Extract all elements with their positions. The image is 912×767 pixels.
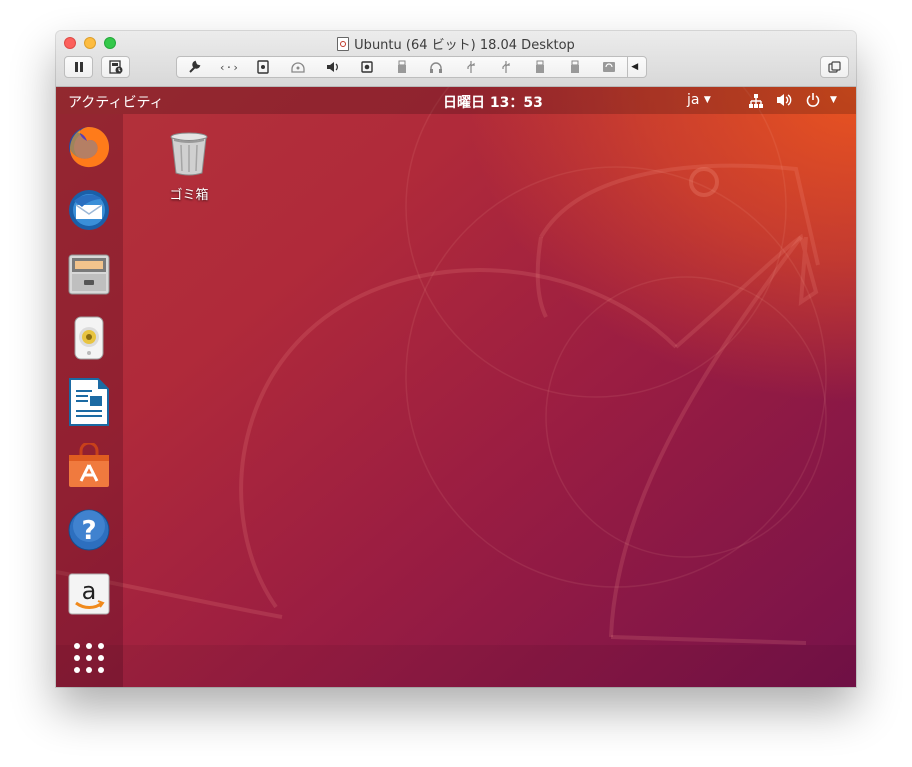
app-grid-icon — [74, 643, 104, 673]
code-arrows-icon[interactable]: ‹·› — [212, 57, 247, 77]
pause-button[interactable] — [64, 56, 93, 78]
snapshot-button[interactable] — [101, 56, 130, 78]
usb-device-icon[interactable] — [523, 57, 558, 77]
power-icon[interactable] — [805, 92, 821, 112]
svg-text:?: ? — [81, 516, 96, 546]
speaker-icon — [74, 316, 104, 360]
show-applications-button[interactable] — [65, 634, 113, 682]
ubuntu-dock: ? a — [56, 114, 123, 687]
window-mode-button[interactable] — [820, 56, 849, 78]
vm-document-icon — [337, 37, 350, 51]
device-toolbar: ‹·› ◀ — [176, 56, 647, 78]
dock-item-help[interactable]: ? — [65, 506, 113, 554]
vm-window: Ubuntu (64 ビット) 18.04 Desktop ‹·› ◀ アクティ… — [56, 31, 856, 687]
thunderbird-icon — [69, 190, 109, 230]
shopping-bag-icon — [69, 443, 109, 487]
question-icon: ? — [68, 509, 110, 551]
file-cabinet-icon — [68, 254, 110, 295]
desktop-trash[interactable]: ゴミ箱 — [159, 131, 219, 203]
dock-item-writer[interactable] — [65, 378, 113, 426]
chevron-down-icon: ▼ — [703, 95, 711, 105]
trash-icon — [170, 132, 208, 176]
camera-icon[interactable] — [350, 57, 385, 77]
activities-button[interactable]: アクティビティ — [68, 92, 164, 112]
dock-item-files[interactable] — [65, 250, 113, 298]
usb-icon[interactable] — [454, 57, 489, 77]
wrench-icon[interactable] — [177, 57, 212, 77]
refresh-icon[interactable] — [592, 57, 627, 77]
speaker-icon[interactable] — [315, 57, 350, 77]
windows-stack-icon — [828, 61, 841, 73]
window-title: Ubuntu (64 ビット) 18.04 Desktop — [56, 34, 856, 53]
dock-item-software[interactable] — [65, 442, 113, 490]
dock-item-rhythmbox[interactable] — [65, 314, 113, 362]
system-menu-chevron-icon[interactable]: ▼ — [830, 95, 837, 105]
snapshot-icon — [108, 60, 122, 74]
window-titlebar[interactable]: Ubuntu (64 ビット) 18.04 Desktop ‹·› ◀ — [56, 31, 856, 87]
usb-device-icon[interactable] — [385, 57, 420, 77]
dock-item-thunderbird[interactable] — [65, 186, 113, 234]
gnome-topbar: アクティビティ 日曜日 13：53 ja ▼ ▼ — [56, 87, 856, 114]
document-icon — [69, 378, 109, 426]
keyboard-layout[interactable]: ja ▼ — [687, 92, 711, 108]
headphones-icon[interactable] — [419, 57, 454, 77]
firefox-icon — [69, 127, 110, 168]
network-icon[interactable] — [748, 93, 764, 112]
volume-icon[interactable] — [776, 93, 794, 111]
optical-drive-icon[interactable] — [281, 57, 316, 77]
usb-icon[interactable] — [488, 57, 523, 77]
amazon-icon: a — [68, 573, 110, 615]
ubuntu-desktop[interactable]: アクティビティ 日曜日 13：53 ja ▼ ▼ ? a ゴミ箱 — [56, 87, 856, 687]
svg-text:a: a — [82, 577, 97, 605]
dock-item-amazon[interactable]: a — [65, 570, 113, 618]
collapse-arrow-icon[interactable]: ◀ — [626, 57, 642, 77]
clock[interactable]: 日曜日 13：53 — [443, 92, 543, 112]
trash-label: ゴミ箱 — [169, 188, 209, 203]
pause-icon — [74, 62, 83, 72]
dock-item-firefox[interactable] — [65, 122, 113, 170]
usb-device-icon[interactable] — [558, 57, 593, 77]
disk-icon[interactable] — [246, 57, 281, 77]
